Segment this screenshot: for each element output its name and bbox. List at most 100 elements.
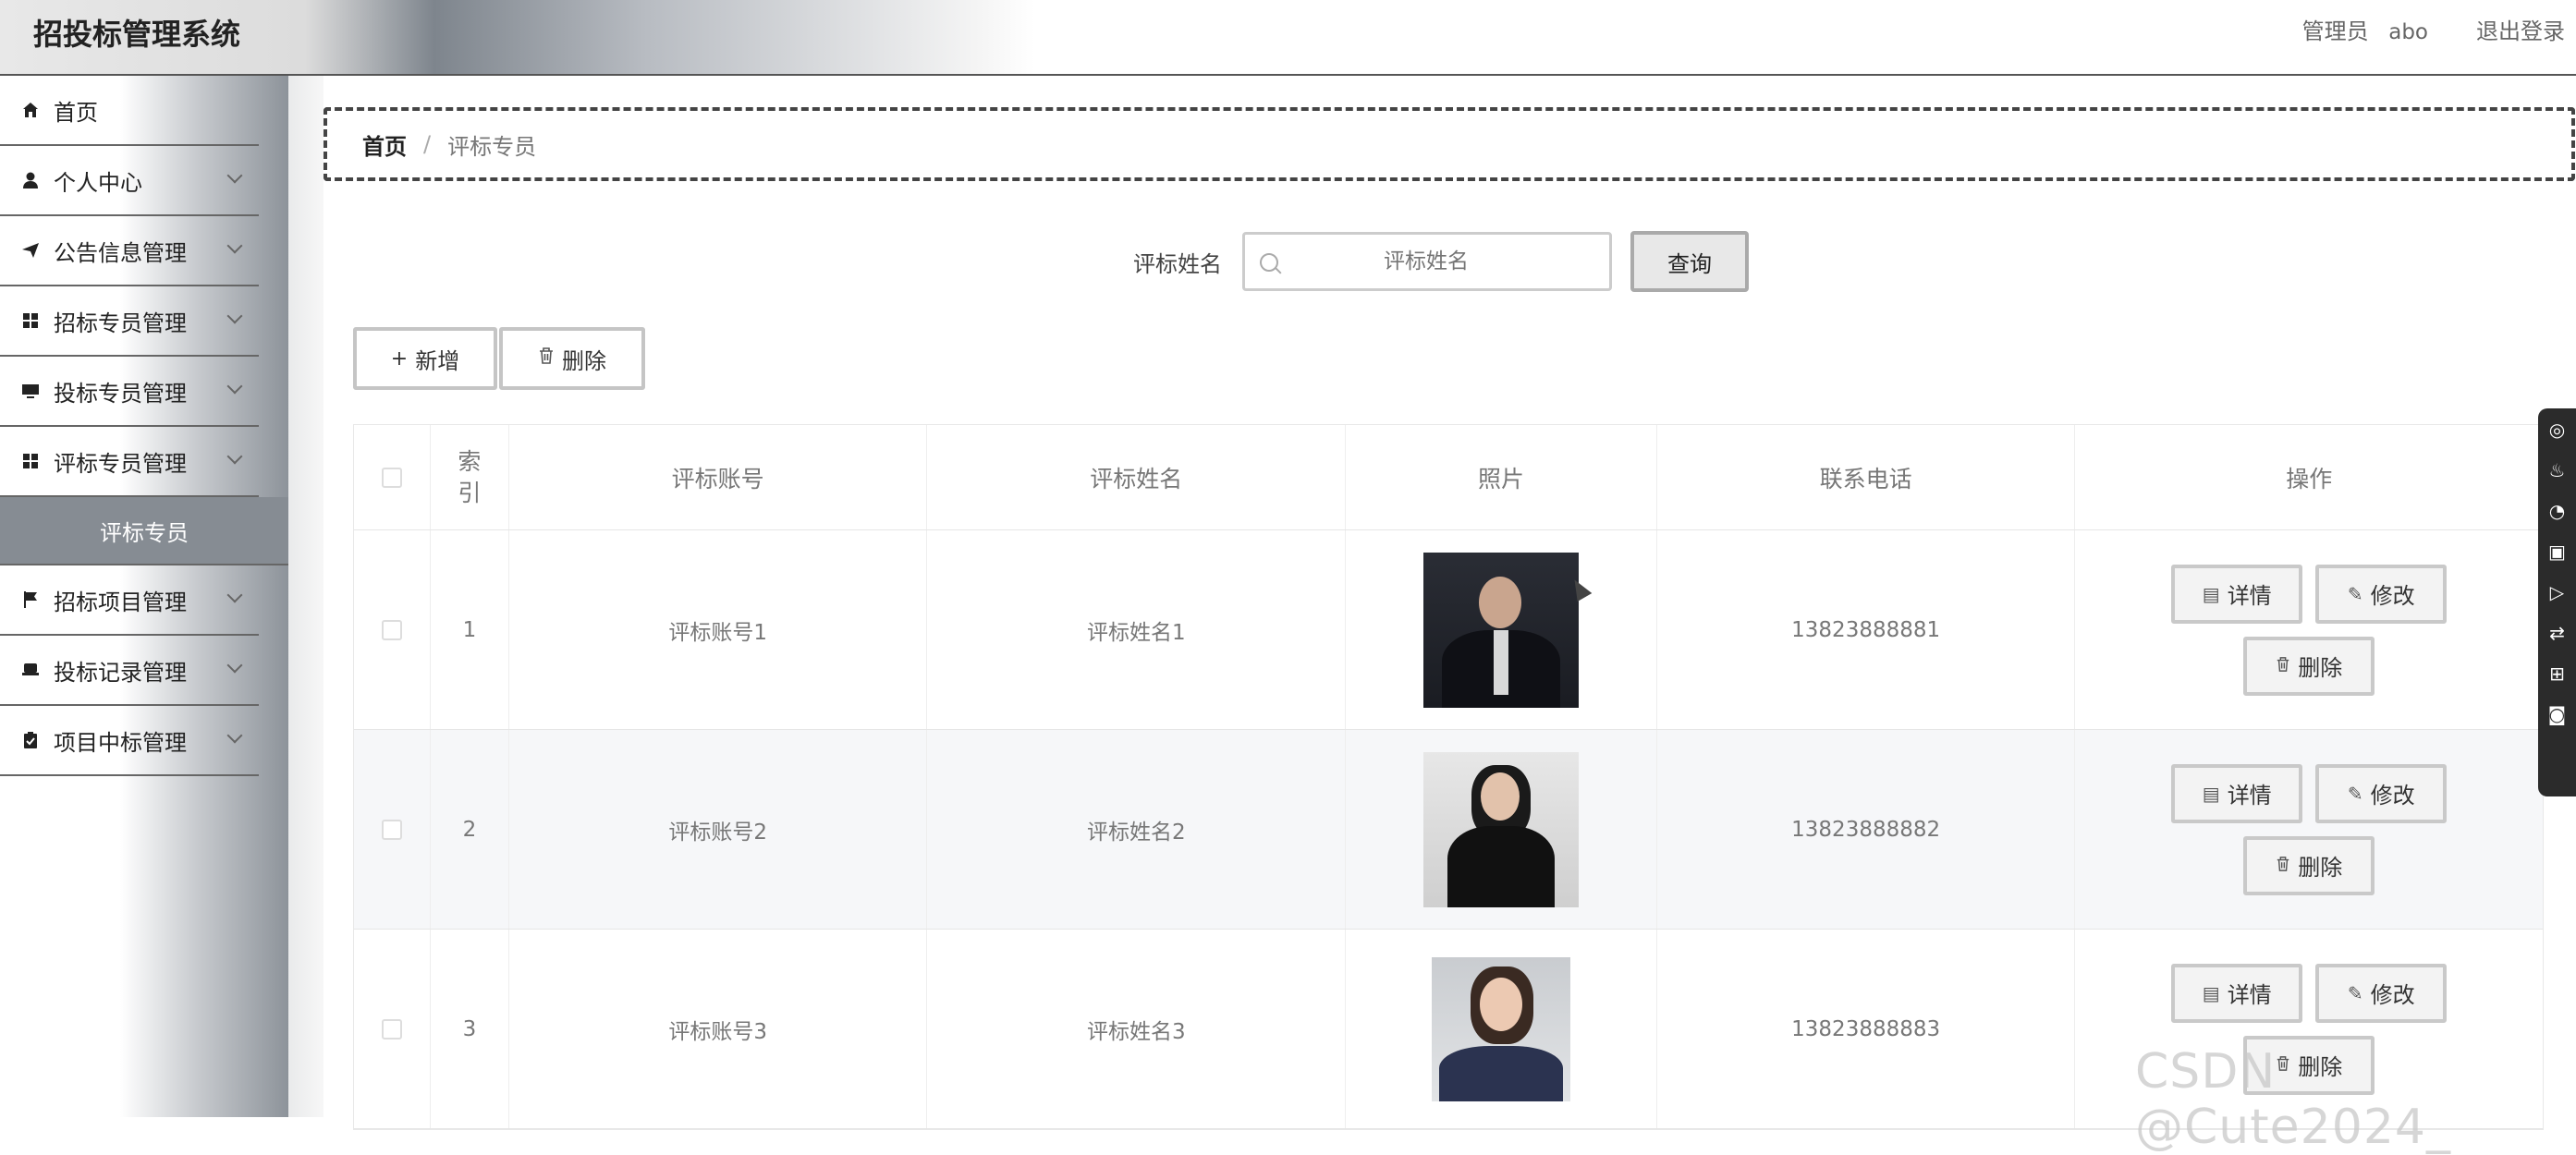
sidebar-item-bid-staff[interactable]: 投标专员管理 [0, 357, 259, 427]
profile-photo[interactable] [1431, 956, 1570, 1101]
delete-button[interactable]: 删除 [2243, 636, 2375, 696]
search-icon [1260, 253, 1278, 272]
detail-button-label: 详情 [2227, 583, 2272, 609]
delete-button[interactable]: 删除 [2243, 835, 2375, 895]
sidebar-item-label: 项目中标管理 [54, 729, 187, 756]
sidebar-item-label: 评标专员管理 [54, 450, 187, 477]
data-table: 索引 评标账号 评标姓名 照片 联系电话 操作 1 评标账号1 评标姓名1 13… [353, 424, 2544, 1130]
breadcrumb: 首页 / 评标专员 [324, 107, 2575, 181]
chevron-down-icon [226, 657, 243, 674]
column-header-account: 评标账号 [509, 425, 928, 529]
camera-icon[interactable]: ◙ [2547, 704, 2568, 724]
logout-link[interactable]: 退出登录 [2476, 13, 2565, 45]
photo-cell [1346, 930, 1657, 1128]
sidebar-item-personal-center[interactable]: 个人中心 [0, 146, 259, 216]
breadcrumb-separator: / [423, 131, 432, 157]
document-icon: ▤ [2202, 582, 2220, 605]
chevron-down-icon [226, 237, 243, 254]
search-field[interactable] [1242, 232, 1612, 291]
gauge-icon[interactable]: ◔ [2547, 501, 2568, 521]
edit-button[interactable]: ✎ 修改 [2315, 564, 2448, 624]
sidebar-item-tender-staff[interactable]: 招标专员管理 [0, 286, 259, 357]
printer-icon [18, 658, 43, 682]
edit-button[interactable]: ✎ 修改 [2315, 963, 2448, 1023]
sidebar-item-winning-projects[interactable]: 项目中标管理 [0, 706, 259, 776]
detail-button-label: 详情 [2227, 783, 2272, 808]
trash-icon [538, 346, 555, 371]
select-all-checkbox[interactable] [381, 467, 402, 488]
app-title: 招投标管理系统 [33, 17, 241, 52]
sidebar-item-tender-projects[interactable]: 招标项目管理 [0, 565, 259, 636]
search-button[interactable]: 查询 [1630, 231, 1749, 292]
plus-icon: + [390, 346, 409, 371]
add-button[interactable]: + 新增 [353, 327, 497, 390]
detail-button[interactable]: ▤ 详情 [2171, 763, 2303, 823]
sidebar-item-bid-records[interactable]: 投标记录管理 [0, 636, 259, 706]
breadcrumb-home[interactable]: 首页 [362, 128, 407, 161]
floating-toolbar: ◎ ♨ ◔ ▣ ▷ ⇄ ⊞ ◙ [2538, 408, 2576, 796]
add-button-label: 新增 [415, 347, 460, 374]
account-cell: 评标账号1 [509, 530, 928, 729]
photo-cell [1346, 730, 1657, 929]
document-icon: ▤ [2202, 782, 2220, 805]
action-buttons: + 新增 删除 [353, 327, 645, 390]
batch-delete-button[interactable]: 删除 [499, 327, 645, 390]
index-cell: 1 [431, 530, 509, 729]
swap-icon[interactable]: ⇄ [2547, 623, 2568, 643]
account-cell: 评标账号2 [509, 730, 928, 929]
play-box-icon[interactable]: ▷ [2547, 582, 2568, 602]
row-select-cell [354, 530, 431, 729]
column-header-operations: 操作 [2286, 465, 2333, 492]
index-header-text: 索引 [458, 447, 482, 506]
row-checkbox[interactable] [381, 819, 402, 840]
search-bar: 评标姓名 查询 [1133, 231, 1749, 292]
row-checkbox[interactable] [381, 619, 402, 640]
search-lens-icon[interactable]: ◎ [2547, 419, 2568, 440]
sidebar-item-home[interactable]: 首页 [0, 76, 259, 146]
user-icon [18, 168, 43, 192]
trash-icon [2276, 655, 2290, 677]
table-header: 索引 评标账号 评标姓名 照片 联系电话 操作 [354, 425, 2543, 530]
document-icon: ▤ [2202, 981, 2220, 1004]
sidebar-subitem-evaluation-staff[interactable]: 评标专员 [0, 497, 288, 565]
detail-button[interactable]: ▤ 详情 [2171, 963, 2303, 1023]
monitor-icon [18, 379, 43, 403]
chevron-down-icon [226, 448, 243, 465]
grid-icon [18, 449, 43, 473]
row-checkbox[interactable] [381, 1018, 402, 1040]
profile-photo[interactable] [1422, 552, 1579, 708]
sidebar-item-label: 投标专员管理 [54, 380, 187, 407]
fire-icon[interactable]: ♨ [2547, 460, 2568, 480]
home-icon [18, 98, 43, 122]
phone-cell: 13823888883 [1657, 930, 2076, 1128]
sidebar-item-label: 投标记录管理 [54, 659, 187, 686]
delete-button-label: 删除 [562, 347, 606, 374]
grid-icon [18, 309, 43, 333]
search-input[interactable] [1245, 235, 1609, 288]
chevron-down-icon [226, 167, 243, 184]
video-icon[interactable]: ▣ [2547, 541, 2568, 562]
profile-photo[interactable] [1422, 751, 1579, 907]
name-cell: 评标姓名2 [927, 730, 1347, 929]
edit-button-label: 修改 [2370, 783, 2415, 808]
column-header-phone: 联系电话 [1657, 425, 2076, 529]
edit-button[interactable]: ✎ 修改 [2315, 763, 2448, 823]
user-role: 管理员 [2301, 18, 2369, 44]
chevron-down-icon [226, 308, 243, 324]
sidebar-item-label: 公告信息管理 [54, 239, 187, 266]
sidebar-item-label: 个人中心 [54, 169, 142, 196]
phone-cell: 13823888882 [1657, 730, 2076, 929]
sidebar: 首页 个人中心 公告信息管理 招标专员管理 投标专员管理 评标专员管理 评标专员 [0, 76, 288, 1117]
sidebar-item-label: 招标专员管理 [54, 310, 187, 336]
sidebar-item-evaluation-staff[interactable]: 评标专员管理 [0, 427, 259, 497]
search-label: 评标姓名 [1133, 250, 1222, 277]
pencil-icon: ✎ [2347, 981, 2363, 1004]
flag-icon [18, 588, 43, 612]
translate-icon[interactable]: ⊞ [2547, 663, 2568, 684]
row-select-cell [354, 930, 431, 1128]
operations-cell: ▤ 详情 ✎ 修改 删除 [2075, 730, 2543, 929]
trash-icon [2276, 855, 2290, 877]
detail-button-label: 详情 [2227, 982, 2272, 1008]
sidebar-item-announcements[interactable]: 公告信息管理 [0, 216, 259, 286]
detail-button[interactable]: ▤ 详情 [2171, 564, 2303, 624]
